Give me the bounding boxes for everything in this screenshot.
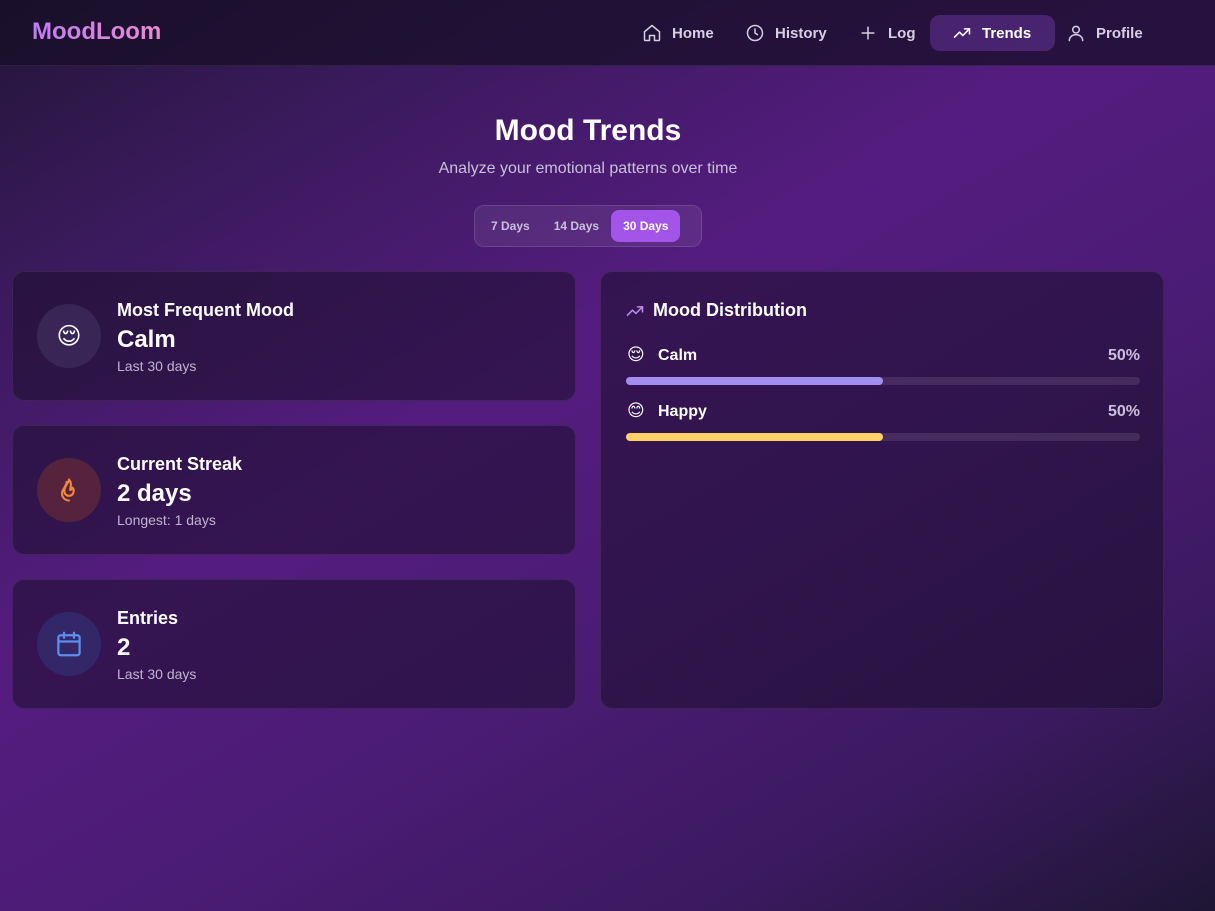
current-streak-card: Current Streak 2 days Longest: 1 days [12,425,576,555]
relieved-face-icon: 😌 [627,345,645,364]
trending-up-icon [626,305,644,316]
nav-item-history[interactable]: History [733,15,839,51]
stat-subtext: Longest: 1 days [117,512,216,528]
entries-icon-circle [37,612,101,676]
distribution-header: Mood Distribution [625,300,807,321]
nav-item-log[interactable]: Log [846,15,928,51]
relieved-face-icon: 😌 [56,322,82,350]
stat-value: Calm [117,326,176,353]
streak-icon-circle [37,458,101,522]
stat-subtext: Last 30 days [117,666,197,682]
stat-value: 2 [117,634,131,661]
distribution-row-calm: 😌 Calm 50% [625,345,1140,395]
smiling-face-icon: 😊 [627,401,645,420]
mood-percent: 50% [1107,347,1140,364]
nav-item-label: Trends [982,24,1032,42]
nav-item-label: History [775,24,827,42]
stat-label: Current Streak [117,454,243,474]
nav-item-home[interactable]: Home [630,15,726,51]
user-icon [1068,25,1084,42]
progress-track [626,377,1140,385]
mood-percent: 50% [1107,403,1140,420]
stat-subtext: Last 30 days [117,358,197,374]
stat-label: Entries [117,608,179,628]
stat-label: Most Frequent Mood [117,300,294,320]
range-14-days-button[interactable]: 14 Days [542,210,611,242]
entries-card: Entries 2 Last 30 days [12,579,576,709]
app-logo[interactable]: MoodLoom [32,18,161,46]
nav-item-label: Profile [1096,24,1143,42]
mood-icon-circle: 😌 [37,304,101,368]
stat-value: 2 days [117,480,192,507]
trending-up-icon [953,28,971,38]
mood-name: Happy [658,403,707,420]
clock-icon [746,24,764,42]
distribution-title: Mood Distribution [653,300,807,320]
mood-distribution-card: Mood Distribution 😌 Calm 50% 😊 Happy 50% [600,271,1164,709]
calendar-icon [57,631,81,657]
range-30-days-button[interactable]: 30 Days [611,210,681,242]
plus-icon [861,26,875,40]
progress-track [626,433,1140,441]
mood-name: Calm [658,347,698,364]
page-title: Mood Trends [494,114,682,147]
home-icon [643,24,661,42]
range-7-days-button[interactable]: 7 Days [479,210,542,242]
nav-item-trends[interactable]: Trends [930,15,1056,51]
nav-item-profile[interactable]: Profile [1054,15,1155,51]
flame-icon [60,478,75,502]
progress-fill [626,377,883,385]
most-frequent-mood-card: 😌 Most Frequent Mood Calm Last 30 days [12,271,576,401]
progress-fill [626,433,883,441]
page-subtitle: Analyze your emotional patterns over tim… [438,160,738,177]
time-range-selector: 7 Days 14 Days 30 Days [474,205,702,247]
distribution-row-happy: 😊 Happy 50% [625,401,1140,451]
nav-item-label: Home [672,24,714,42]
nav-item-label: Log [888,24,916,42]
top-nav: MoodLoom Home History Log Trends Profile [0,0,1215,66]
